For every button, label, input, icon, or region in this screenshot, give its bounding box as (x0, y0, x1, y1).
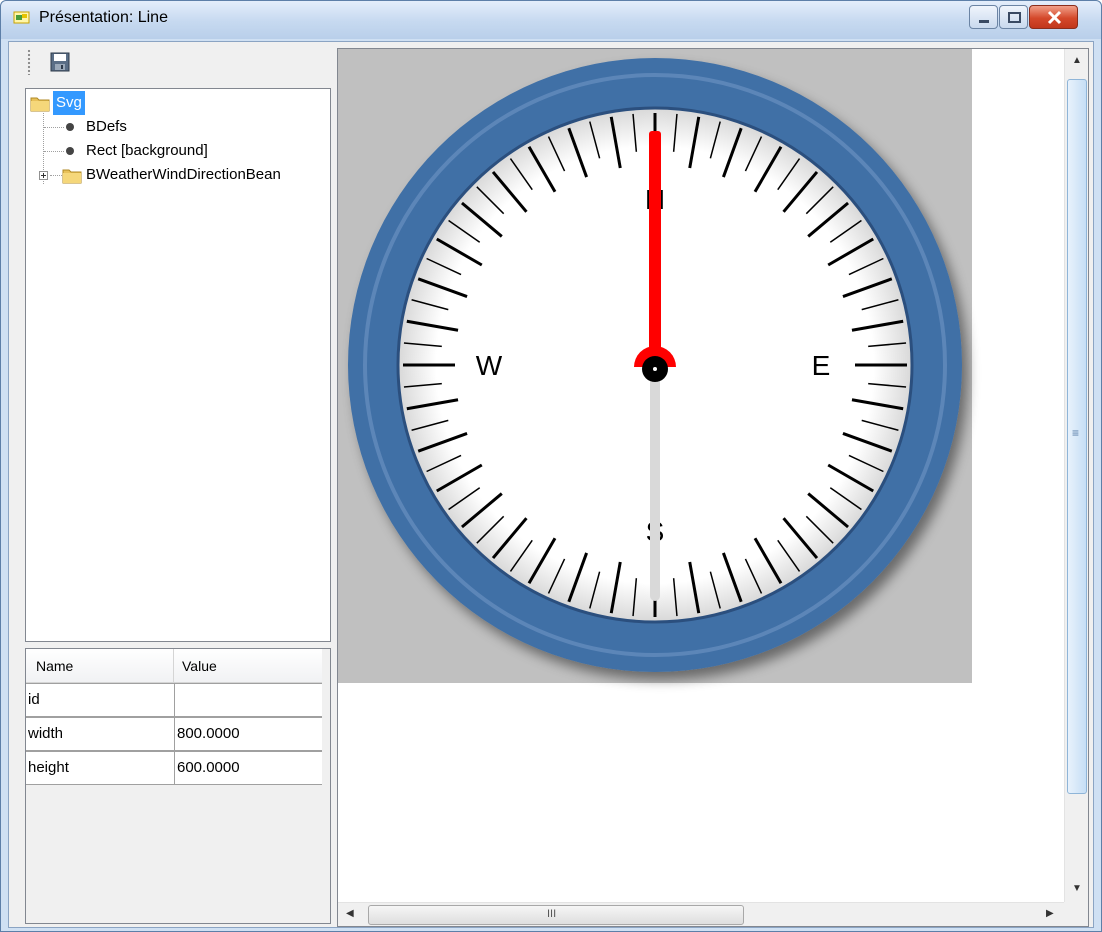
scroll-corner (1064, 902, 1088, 926)
minimize-icon (979, 20, 989, 23)
close-button[interactable] (1029, 5, 1078, 29)
scroll-up-icon[interactable]: ▲ (1072, 55, 1082, 66)
window-title: Présentation: Line (39, 9, 168, 26)
horizontal-scrollbar[interactable]: ◀ III ▶ (338, 902, 1064, 926)
column-header-name[interactable]: Name (36, 658, 73, 674)
maximize-icon (1008, 12, 1021, 23)
vertical-scrollbar[interactable]: ▲ ≡ ▼ (1064, 49, 1088, 902)
scroll-down-icon[interactable]: ▼ (1072, 883, 1082, 894)
column-header-value[interactable]: Value (182, 658, 217, 674)
maximize-button[interactable] (999, 5, 1028, 29)
svg-canvas[interactable]: N E S W (338, 49, 1064, 902)
tree-node-rect-background[interactable]: Rect [background] (26, 139, 326, 163)
grip-icon: ≡ (1072, 426, 1080, 440)
label-east: E (812, 350, 831, 381)
minimize-button[interactable] (969, 5, 998, 29)
scroll-right-icon[interactable]: ▶ (1046, 908, 1054, 919)
scroll-left-icon[interactable]: ◀ (346, 908, 354, 919)
bullet-icon (66, 123, 74, 131)
grip-icon: III (547, 908, 557, 920)
property-value[interactable] (174, 684, 322, 716)
folder-icon (30, 97, 50, 112)
needle-north (649, 131, 661, 367)
property-value[interactable]: 600.0000 (174, 752, 322, 784)
properties-header: Name Value (26, 649, 322, 683)
compass-drawing: N E S W (338, 49, 972, 683)
svg-tree[interactable]: Svg BDefs Rect [background] BWeatherWind… (25, 88, 331, 642)
tree-label-rect: Rect [background] (86, 142, 208, 159)
expand-icon[interactable] (39, 171, 48, 180)
property-name: id (28, 691, 40, 708)
left-panel: Svg BDefs Rect [background] BWeatherWind… (9, 42, 337, 927)
property-row-id[interactable]: id (26, 683, 322, 717)
tree-label-svg: Svg (53, 91, 85, 115)
presentation-window: Présentation: Line Svg BDefs Rect [backg… (0, 0, 1102, 932)
folder-icon (62, 169, 82, 184)
property-value[interactable]: 800.0000 (174, 718, 322, 750)
vertical-scroll-thumb[interactable]: ≡ (1067, 79, 1087, 794)
property-row-height[interactable]: height 600.0000 (26, 751, 322, 785)
canvas-panel: N E S W ▲ ≡ ▼ (337, 48, 1089, 927)
tree-node-bdefs[interactable]: BDefs (26, 115, 326, 139)
app-icon (13, 11, 30, 24)
property-row-width[interactable]: width 800.0000 (26, 717, 322, 751)
properties-table: Name Value id width 800.0000 height 600.… (25, 648, 331, 924)
toolbar-grip[interactable] (27, 49, 31, 75)
tree-node-weather-bean[interactable]: BWeatherWindDirectionBean (26, 163, 326, 187)
property-name: width (28, 725, 64, 742)
needle-south (650, 367, 660, 601)
property-name: height (28, 759, 69, 776)
tree-node-svg[interactable]: Svg (26, 91, 326, 115)
horizontal-scroll-thumb[interactable]: III (368, 905, 744, 925)
tree-label-bdefs: BDefs (86, 118, 127, 135)
toolbar (9, 42, 337, 82)
client-area: Svg BDefs Rect [background] BWeatherWind… (8, 41, 1094, 928)
tree-label-weather-bean: BWeatherWindDirectionBean (86, 166, 281, 183)
bullet-icon (66, 147, 74, 155)
close-icon (1047, 10, 1062, 25)
title-bar[interactable]: Présentation: Line (1, 1, 1101, 39)
label-west: W (476, 350, 503, 381)
save-icon[interactable] (49, 51, 71, 73)
